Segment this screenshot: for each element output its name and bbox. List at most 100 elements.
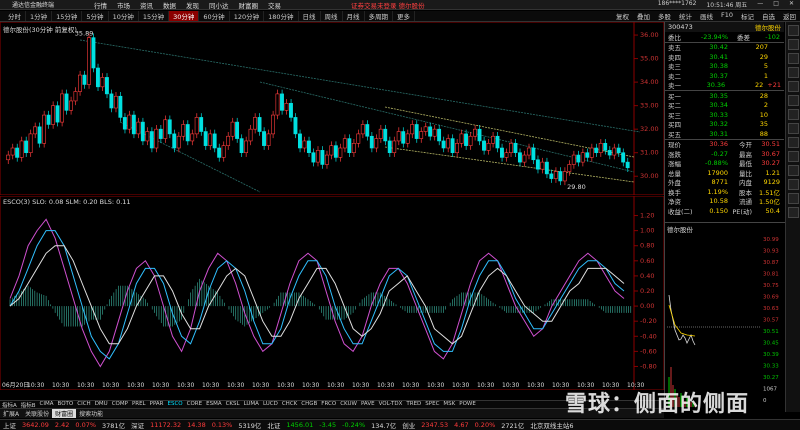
period-tab[interactable]: 更多 [393,11,416,21]
indicator-tab[interactable]: PAVE [359,401,377,408]
indicator-tab[interactable]: CIMA [38,401,56,408]
tool-icon[interactable] [788,165,799,176]
menu-item[interactable]: 数据 [163,0,176,10]
bottom-tab[interactable]: 关联股份 [22,409,52,418]
tool-icon[interactable] [788,109,799,120]
tool-icon[interactable] [788,81,799,92]
indicator-title: ESCO(3) SLO: 0.08 SLM: 0.20 BLS: 0.11 [3,198,131,206]
tool-icon[interactable] [788,207,799,218]
tool-button[interactable]: 统计 [675,11,696,21]
order-book-row[interactable]: 买五 30.31 88 [668,129,781,139]
indicator-tab[interactable]: PREL [130,401,148,408]
period-tab[interactable]: 60分钟 [199,11,230,21]
candle [190,133,195,142]
period-tab[interactable]: 10分钟 [109,11,139,21]
tool-icon[interactable] [788,95,799,106]
tool-icon[interactable] [788,151,799,162]
indicator-tab[interactable]: MSK [441,401,457,408]
period-tab[interactable]: 15分钟 [139,11,170,21]
minimize-icon[interactable]: — [757,0,763,9]
period-tab[interactable]: 日线 [299,11,321,21]
tool-icon[interactable] [788,193,799,204]
bottom-tab[interactable]: 财富圈 [52,409,77,418]
order-book-row[interactable]: 卖一 30.36 22 +21 [668,81,781,90]
indicator-tab[interactable]: POWE [457,401,478,408]
indicator-tab[interactable]: ESCO [166,401,185,408]
indicator-tab[interactable]: CORE [185,401,204,408]
bottom-tab[interactable]: 扩展A [0,409,22,418]
close-icon[interactable]: ✕ [789,0,794,9]
menu-item[interactable]: 资讯 [140,0,153,10]
indicator-tab[interactable]: CHGB [299,401,319,408]
tool-icon[interactable] [788,53,799,64]
indicator-tab[interactable]: LUMA [242,401,261,408]
indicator-tab[interactable]: 指标B [19,401,38,408]
tool-icon[interactable] [788,123,799,134]
menu-item[interactable]: 发现 [186,0,199,10]
indicator-tab[interactable]: CKSL [224,401,242,408]
period-tab[interactable]: 1分钟 [26,11,53,21]
menu-item[interactable]: 行情 [94,0,107,10]
order-book-row[interactable]: 卖三 30.38 5 [668,62,781,71]
candlestick-chart[interactable]: 36.00 35.00 34.00 33.00 32.00 31.00 30.00 35.89… [0,22,664,195]
tool-button[interactable]: 自选 [758,11,779,21]
stat-value: 30.36 [709,140,728,149]
indicator-tab[interactable]: CICH [75,401,92,408]
period-tab[interactable]: 周线 [321,11,343,21]
indicator-tab[interactable]: VOL-TDX [377,401,405,408]
indicator-tab[interactable]: COMP [110,401,130,408]
menu-item[interactable]: 财富圈 [239,0,259,10]
login-notice[interactable]: 证券交易未登录 德尔股份 [351,0,425,10]
bottom-tab[interactable]: 搜索功能 [76,409,106,418]
menu-item[interactable]: 同小达 [209,0,229,10]
indicator-tab[interactable]: BOTO [56,401,76,408]
tool-icon[interactable] [788,39,799,50]
tool-button[interactable]: F10 [717,11,737,21]
order-book-row[interactable]: 卖二 30.37 1 [668,71,781,81]
order-book-row[interactable]: 买四 30.32 35 [668,120,781,129]
tool-button[interactable]: 复权 [612,11,633,21]
menu-item[interactable]: 交易 [268,0,281,10]
indicator-tab[interactable]: ESMA [204,401,223,408]
period-tab[interactable]: 多周期 [365,11,394,21]
esco-indicator-chart[interactable]: 1.20 1.00 0.80 0.60 0.40 0.20 0.00 -0.20 -0.40 -0… [0,196,664,390]
period-tab[interactable]: 月线 [343,11,365,21]
period-tab[interactable]: 120分钟 [230,11,265,21]
indicator-tab[interactable]: CHCK [280,401,299,408]
order-book-row[interactable]: 买三 30.33 10 [668,110,781,120]
indicator-tab[interactable]: 指标A [0,401,19,408]
indicator-tab[interactable]: DMU [93,401,110,408]
candle [495,135,500,149]
tool-button[interactable]: 叠加 [633,11,654,21]
order-book-row[interactable]: 卖四 30.41 29 [668,52,781,62]
candle [419,131,424,139]
tool-icon[interactable] [788,179,799,190]
stat-value: 50.4 [765,206,780,215]
period-tab[interactable]: 180分钟 [264,11,299,21]
tool-icon[interactable] [788,25,799,36]
tool-button[interactable]: 多股 [654,11,675,21]
candle [464,133,468,146]
tool-icon[interactable] [788,67,799,78]
order-book-row[interactable]: 买二 30.34 2 [668,101,781,110]
indicator-tab[interactable]: FRCO [319,401,338,408]
order-book-row[interactable]: 买一 30.35 28 [668,91,781,101]
tool-icon[interactable] [788,137,799,148]
tool-button[interactable]: 标记 [737,11,758,21]
indicator-tab[interactable]: LUCD [261,401,280,408]
maximize-icon[interactable]: □ [773,0,779,9]
indicator-tab[interactable]: TRED [404,401,423,408]
order-book-row[interactable]: 卖五 30.42 207 [668,43,781,52]
candle [486,142,491,151]
menu-item[interactable]: 市场 [117,0,130,10]
tool-button[interactable]: 画线 [696,11,717,21]
indicator-tab[interactable]: SPEC [423,401,441,408]
indicator-tab[interactable]: CKUW [338,401,359,408]
period-tab[interactable]: 5分钟 [82,11,109,21]
period-tab[interactable]: 15分钟 [52,11,83,21]
indicator-tab[interactable]: PPAR [148,401,166,408]
period-tab[interactable]: 分时 [4,11,26,21]
period-tab[interactable]: 30分钟 [169,11,200,21]
tool-button[interactable]: 返回 [779,11,800,21]
y-tick-label: 0.60 [640,257,654,265]
